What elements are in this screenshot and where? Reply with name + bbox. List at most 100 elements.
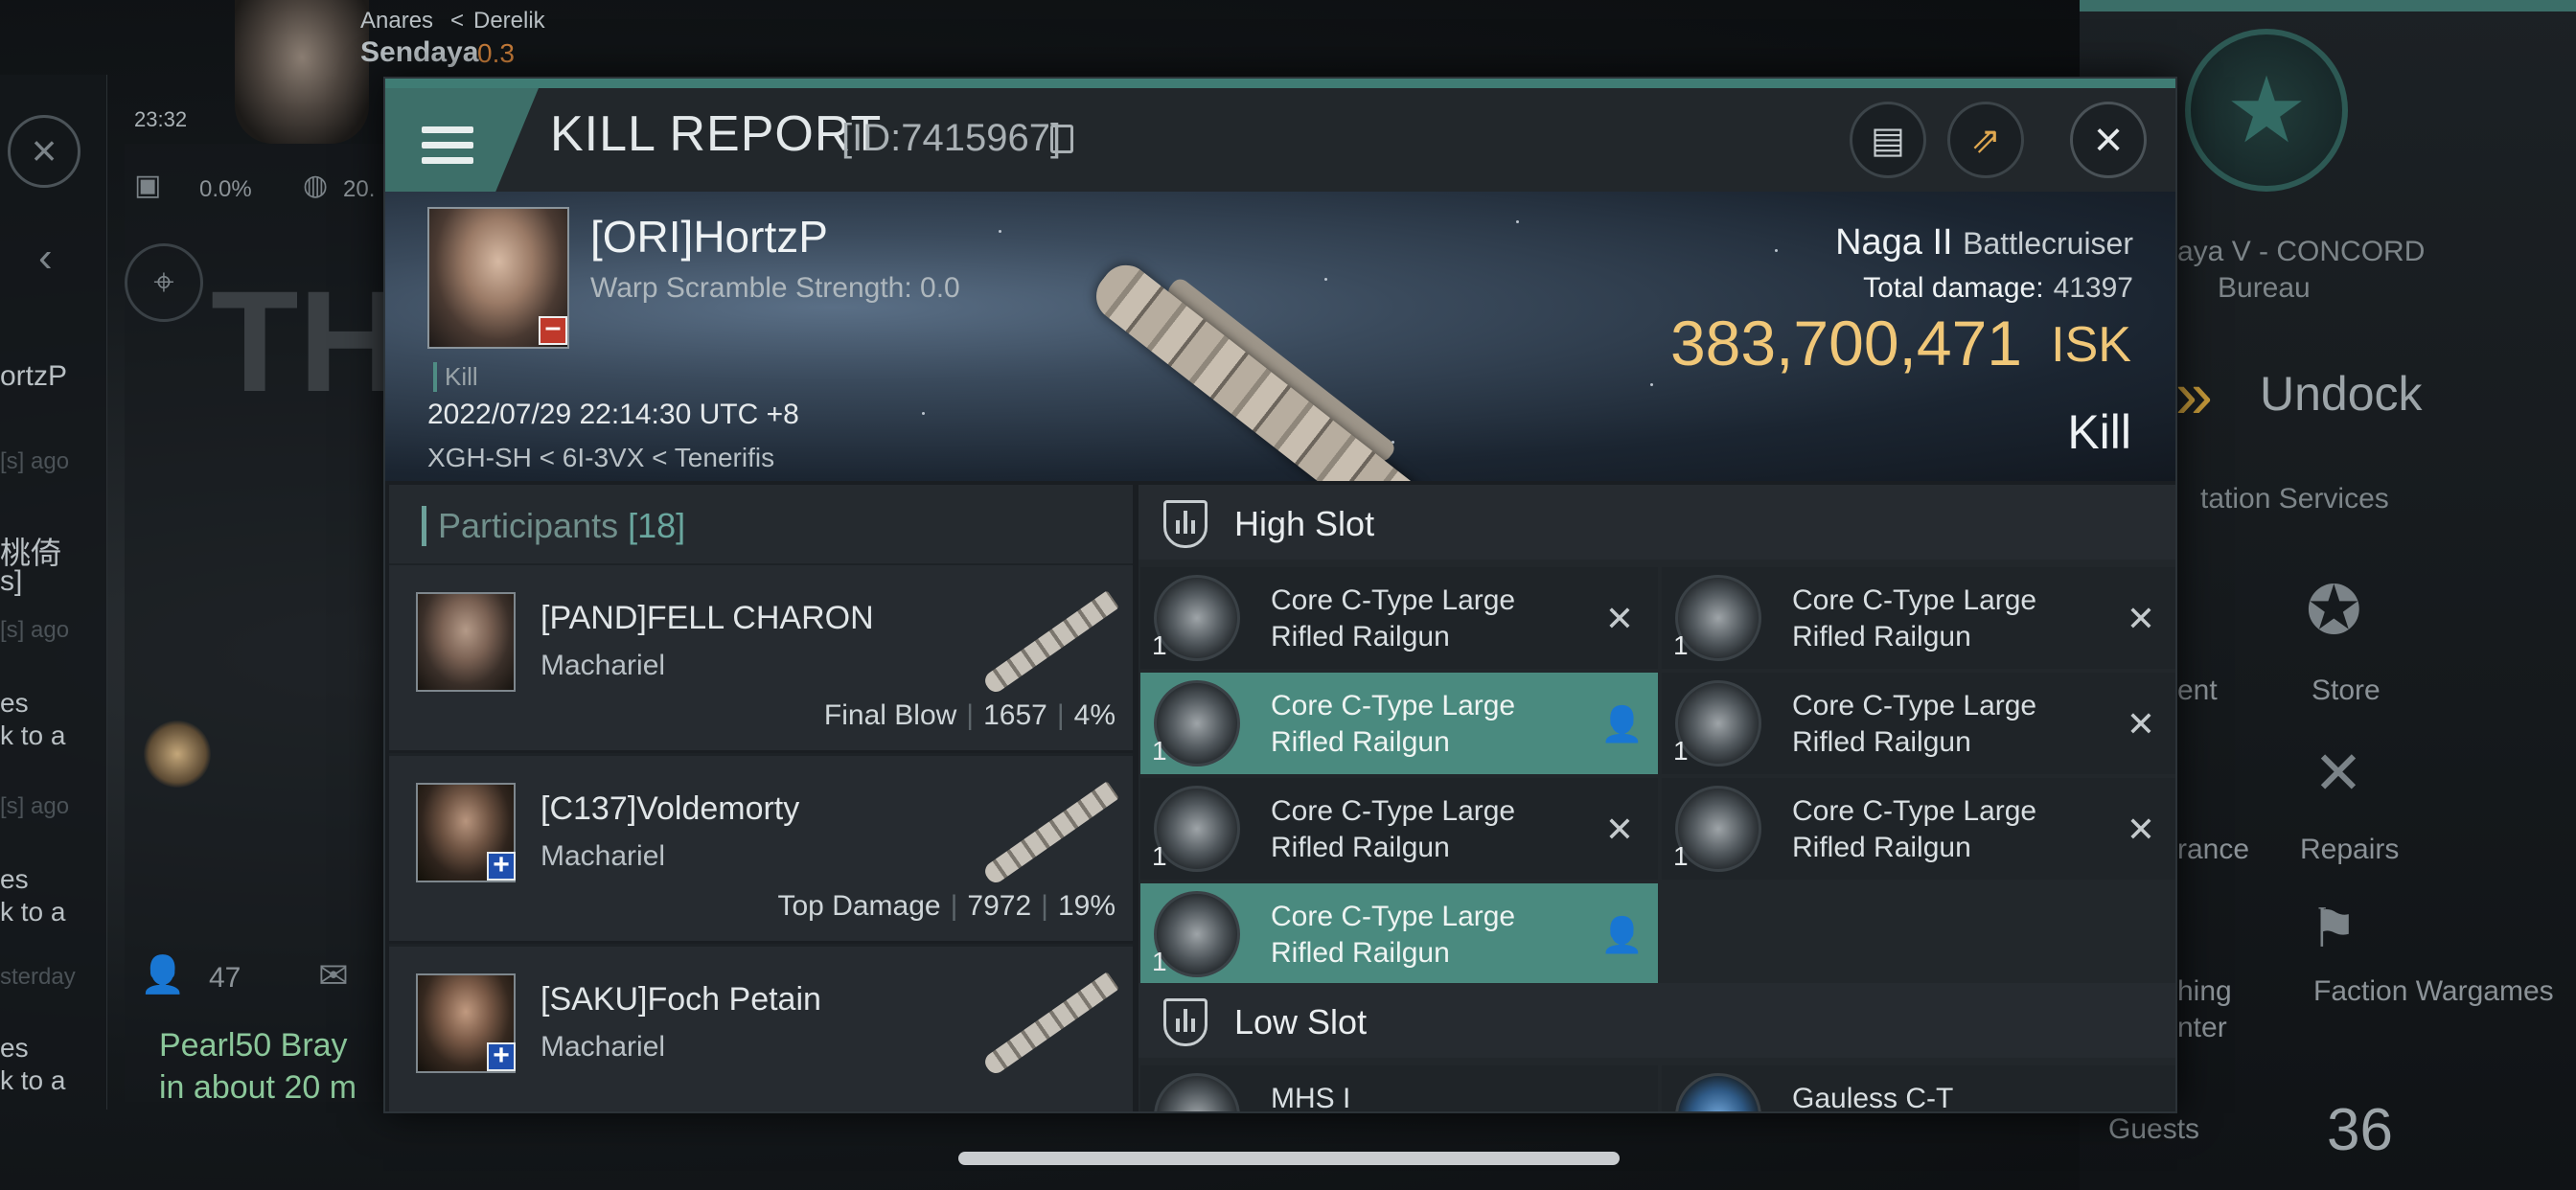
service-partial[interactable]: hing <box>2177 975 2232 1008</box>
module-qty: 1 <box>1152 736 1167 766</box>
system-name[interactable]: Sendaya <box>360 36 478 69</box>
wrench-icon[interactable]: ✕ <box>2313 738 2363 808</box>
crossed-flags-icon[interactable]: ⚑ <box>2310 897 2358 960</box>
module-item[interactable]: Gauless C-T <box>1662 1065 2175 1111</box>
star <box>922 412 925 415</box>
undock-button[interactable]: Undock <box>2260 366 2423 422</box>
clipboard-button[interactable]: ▤ <box>1850 102 1926 178</box>
cargo-icon: ▣ <box>134 170 162 201</box>
participants-label: Participants <box>438 506 619 545</box>
module-item[interactable]: 1 Core C-Type Large Rifled Railgun 👤 <box>1140 883 1658 985</box>
modal-title: KILL REPORT <box>550 106 883 162</box>
module-item[interactable]: 1 Core C-Type Large Rifled Railgun 👤 <box>1140 673 1658 774</box>
location-pin-icon[interactable]: ⌖ <box>125 243 203 322</box>
chat-author[interactable]: Pearl50 Bray <box>159 1027 348 1064</box>
hamburger-icon <box>422 126 473 165</box>
service-partial[interactable]: rance <box>2177 834 2249 866</box>
close-button[interactable]: × <box>2070 102 2147 178</box>
service-repairs[interactable]: Repairs <box>2300 834 2399 866</box>
share-button[interactable]: ⇗ <box>1947 102 2024 178</box>
cargo-percent: 0.0% <box>199 176 252 202</box>
left-strip-text: [s] ago <box>0 617 70 643</box>
module-qty: 1 <box>1152 630 1167 660</box>
participant-stat: Top Damage | 7972 | 19% <box>778 890 1116 923</box>
module-icon <box>1675 1073 1761 1111</box>
kill-location[interactable]: XGH-SH < 6I-3VX < Tenerifis <box>427 443 774 473</box>
mail-icon[interactable]: ✉ <box>318 954 349 997</box>
ship-type[interactable]: Naga II Battlecruiser <box>1835 222 2133 263</box>
close-icon: × <box>2093 112 2124 168</box>
module-item[interactable]: MHS I <box>1140 1065 1658 1111</box>
nes-star-icon[interactable]: ✪ <box>2306 571 2362 650</box>
ship-render[interactable] <box>1069 233 1441 481</box>
module-item[interactable]: 1 Core C-Type Large Rifled Railgun ✕ <box>1662 778 2175 880</box>
participant-row[interactable]: + [C137]Voldemorty Machariel Top Damage |… <box>389 756 1133 944</box>
star <box>1324 278 1327 281</box>
home-indicator[interactable] <box>958 1152 1620 1165</box>
close-icon[interactable]: × <box>8 115 80 188</box>
module-item[interactable]: 1 Core C-Type Large Rifled Railgun ✕ <box>1140 567 1658 669</box>
undock-chevron-icon[interactable]: » <box>2175 356 2213 433</box>
planet-icon: ◍ <box>303 170 329 201</box>
star <box>1775 249 1778 252</box>
participant-role: Final Blow <box>823 699 957 731</box>
participant-portrait[interactable] <box>416 592 516 692</box>
total-damage-label: Total damage: <box>1863 272 2044 304</box>
module-qty: 1 <box>1673 630 1689 660</box>
modal-accent-line <box>385 79 2175 88</box>
player-avatar[interactable] <box>235 0 369 144</box>
clock: 23:32 <box>134 107 188 131</box>
destroyed-x-icon: ✕ <box>1604 810 1635 849</box>
chevron-left-icon[interactable]: ‹ <box>38 234 53 282</box>
service-store[interactable]: Store <box>2312 675 2380 707</box>
module-name: Core C-Type Large Rifled Railgun <box>1792 795 2037 863</box>
chat-preview: in about 20 m <box>159 1069 357 1106</box>
service-partial[interactable]: nter <box>2177 1012 2227 1044</box>
isk-value: 383,700,471 <box>1669 308 2022 378</box>
separator: | <box>966 699 975 731</box>
participant-ship: Machariel <box>540 650 666 681</box>
copy-icon[interactable] <box>1050 125 1073 153</box>
participant-row[interactable]: + [SAKU]Foch Petain Machariel <box>389 947 1133 1111</box>
station-name: aya V - CONCORD <box>2177 236 2426 267</box>
isk-unit: ISK <box>2051 317 2131 373</box>
module-item[interactable]: 1 Core C-Type Large Rifled Railgun ✕ <box>1662 673 2175 774</box>
module-name: Core C-Type Large Rifled Railgun <box>1271 901 1516 969</box>
module-item[interactable]: 1 Core C-Type Large Rifled Railgun ✕ <box>1662 567 2175 669</box>
module-name: Core C-Type Large Rifled Railgun <box>1792 690 2037 758</box>
guests-label: Guests <box>2108 1113 2200 1145</box>
participant-row[interactable]: [PAND]FELL CHARON Machariel Final Blow | 1… <box>389 565 1133 753</box>
fitting-panel[interactable]: High Slot 1 Core C-Type Large Rifled Rai… <box>1138 485 2175 1111</box>
left-strip-text: k to a <box>0 721 66 750</box>
participant-name: [C137]Voldemorty <box>540 790 800 827</box>
victim-banner: – [ORI]HortzP Warp Scramble Strength: 0.… <box>385 192 2175 481</box>
kill-result: Kill <box>2067 405 2131 459</box>
victim-name[interactable]: [ORI]HortzP <box>590 211 828 263</box>
module-name: Core C-Type Large Rifled Railgun <box>1271 795 1516 863</box>
region-label: Anares <box>360 8 434 34</box>
participants-panel[interactable]: Participants [18] [PAND]FELL CHARON Mach… <box>389 485 1133 1111</box>
left-strip-text: [s] ago <box>0 793 70 819</box>
ship-hull <box>981 590 1119 696</box>
high-slot-title: High Slot <box>1234 504 1375 543</box>
service-faction-wargames[interactable]: Faction Wargames <box>2313 975 2554 1008</box>
destroyed-x-icon: ✕ <box>2126 704 2156 744</box>
left-strip-text: k to a <box>0 1065 66 1095</box>
kill-tag: Kill <box>433 362 478 392</box>
people-icon[interactable]: 👤 <box>140 954 185 996</box>
module-name: Core C-Type Large Rifled Railgun <box>1271 584 1516 652</box>
destroyed-x-icon: ✕ <box>2126 599 2156 638</box>
module-qty: 1 <box>1673 736 1689 766</box>
station-topbar <box>2080 0 2576 11</box>
destroyed-x-icon: ✕ <box>2126 810 2156 849</box>
kill-id: [ID:7415967] <box>841 117 1062 159</box>
module-item[interactable]: 1 Core C-Type Large Rifled Railgun ✕ <box>1140 778 1658 880</box>
separator: | <box>950 890 958 922</box>
left-strip-text: sterday <box>0 964 76 990</box>
participant-damage: 1657 <box>983 699 1047 731</box>
chevron-left-icon: < <box>450 8 465 34</box>
guests-count: 36 <box>2327 1097 2393 1163</box>
left-strip-text: es <box>0 688 29 718</box>
service-partial[interactable]: ent <box>2177 675 2218 707</box>
left-strip-text: s] <box>0 565 23 597</box>
